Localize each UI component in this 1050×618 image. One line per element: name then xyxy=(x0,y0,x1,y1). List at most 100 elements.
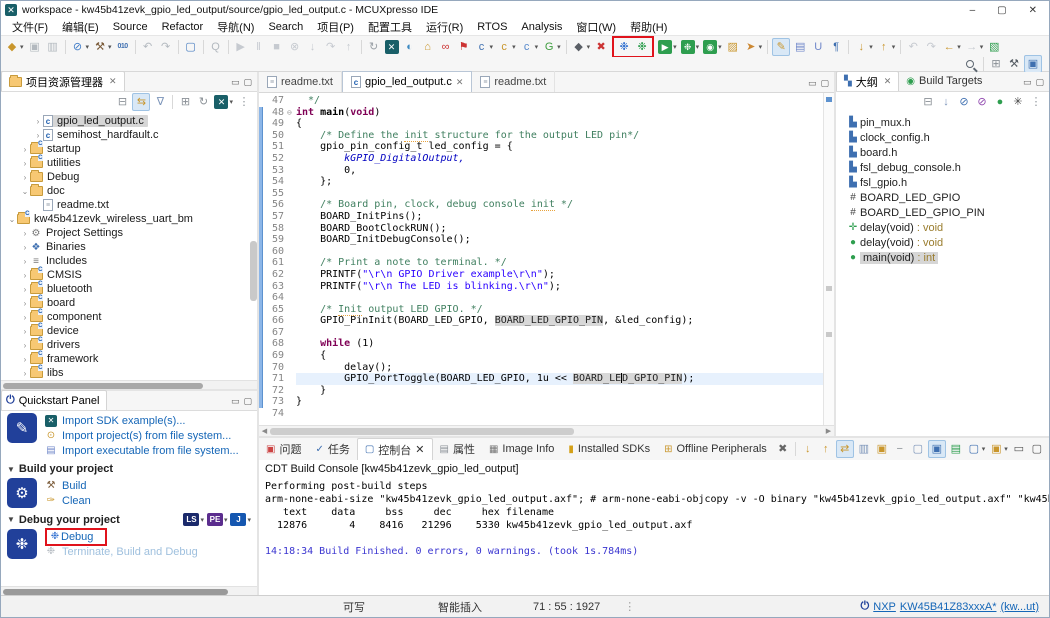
save-all-button[interactable]: ▥ xyxy=(45,38,61,56)
tree-item-device[interactable]: ›device xyxy=(1,323,257,338)
sdk-update-button[interactable]: G ▾ xyxy=(541,38,562,56)
redo-button[interactable]: ↷ xyxy=(158,38,174,56)
console-tab-problems[interactable]: ▣ 问题 xyxy=(259,438,308,460)
scroll-left-icon[interactable]: ◀ xyxy=(259,427,270,435)
step-into-button[interactable]: ↓ xyxy=(305,38,321,56)
close-icon[interactable]: ✕ xyxy=(109,76,117,87)
console-tab-tasks[interactable]: ✓ 任务 xyxy=(308,438,356,460)
tree-item-project-settings[interactable]: › ⚙ Project Settings xyxy=(1,226,257,240)
outline-item-board-led-gpio[interactable]: # BOARD_LED_GPIO xyxy=(836,190,1049,205)
menu-item-2[interactable]: 编辑(E) xyxy=(55,19,106,35)
debug-blue-bug-button[interactable]: ❉ xyxy=(616,38,632,56)
format-button[interactable]: ✎ xyxy=(772,37,791,56)
new-wizard-button[interactable]: ◆ ▾ xyxy=(4,38,25,56)
build-link-clean[interactable]: ✑ Clean xyxy=(45,493,91,508)
section-collapse-icon[interactable]: ▼ xyxy=(7,515,15,524)
quick-attach-button[interactable]: ➤ ▾ xyxy=(743,38,764,56)
menu-item-12[interactable]: 窗口(W) xyxy=(569,19,623,35)
sort-button[interactable]: ↓ xyxy=(938,93,954,111)
skip-all-breakpoints-button[interactable]: ⊘ ▾ xyxy=(70,38,91,56)
close-window-button[interactable]: ✕ xyxy=(1029,5,1037,16)
show-next-console-button[interactable]: ↓ xyxy=(800,440,816,458)
tree-item-framework[interactable]: ›framework xyxy=(1,351,257,366)
view-grid-button[interactable]: ⊞ xyxy=(177,93,193,111)
menu-item-3[interactable]: Source xyxy=(106,21,155,33)
project-link[interactable]: (kw...ut) xyxy=(1000,601,1039,613)
pin-console-button[interactable]: ▣ xyxy=(927,440,946,458)
probe-button-pe[interactable]: PE ▾ xyxy=(206,513,227,526)
pins-tool-button[interactable]: ∞ xyxy=(438,38,454,56)
swap-console-button[interactable]: ⇄ xyxy=(835,440,854,458)
tree-item-utilities[interactable]: ›utilities xyxy=(1,155,257,170)
ide-tools-perspective-button[interactable]: ⚒ xyxy=(1006,55,1022,73)
outline-item-pin-mux-h[interactable]: ▙ pin_mux.h xyxy=(836,115,1049,130)
tree-item-gpio-led-output-c[interactable]: › c gpio_led_output.c xyxy=(1,114,257,128)
tree-item-drivers[interactable]: ›drivers xyxy=(1,337,257,352)
suspend-button[interactable]: ‖ xyxy=(251,38,267,56)
back-history-button[interactable]: ↶ xyxy=(905,38,921,56)
tab-build-targets[interactable]: ◉ Build Targets xyxy=(899,71,989,91)
import-link-import-executable-from-file-system[interactable]: ▤ Import executable from file system... xyxy=(45,443,238,458)
terminate-button[interactable]: ■ xyxy=(269,38,285,56)
view-menu-button[interactable]: ⋮ xyxy=(236,93,252,111)
open-terminal-button[interactable]: ▢ xyxy=(183,38,199,56)
menu-item-9[interactable]: 运行(R) xyxy=(419,19,470,35)
menu-item-10[interactable]: RTOS xyxy=(470,21,514,33)
collapse-all-button[interactable]: ⊟ xyxy=(114,93,130,111)
tree-item-includes[interactable]: › ≡ Includes xyxy=(1,254,257,268)
tab-project-explorer[interactable]: 项目资源管理器 ✕ xyxy=(1,71,125,91)
prev-annotation-button[interactable]: ↑ ▾ xyxy=(876,38,897,56)
binary-tools-button[interactable]: 010 xyxy=(115,38,131,56)
menu-item-8[interactable]: 配置工具 xyxy=(361,19,419,35)
console-tab-console[interactable]: ▢ 控制台 ✕ xyxy=(356,438,433,460)
quickstart-horizontal-scrollbar[interactable] xyxy=(1,586,257,595)
save-button[interactable]: ▣ xyxy=(27,38,43,56)
mcux-view-button[interactable]: ✕ ▾ xyxy=(213,93,234,111)
link-outline-button[interactable]: ✳ xyxy=(1010,93,1026,111)
import-link-import-project-s-from-file-system[interactable]: ⊙ Import project(s) from file system... xyxy=(45,428,239,443)
show-whitespace-button[interactable]: ¶ xyxy=(828,38,844,56)
device-link[interactable]: KW45B41Z83xxxA* xyxy=(900,601,997,613)
clocks-tool-button[interactable]: ⚑ xyxy=(456,38,472,56)
outline-item-clock-config-h[interactable]: ▙ clock_config.h xyxy=(836,130,1049,145)
menu-item-7[interactable]: 项目(P) xyxy=(310,19,361,35)
tree-item-debug[interactable]: › Debug xyxy=(1,170,257,184)
close-tab-icon[interactable]: ✕ xyxy=(415,443,424,456)
console-tab-properties[interactable]: ▤ 属性 xyxy=(433,438,482,460)
console-tab-peripherals[interactable]: ⊞ Offline Peripherals xyxy=(657,438,774,460)
probe-button-j[interactable]: J ▾ xyxy=(230,513,251,526)
minimize-button[interactable]: ▭ xyxy=(1011,440,1027,458)
outline-item-fsl-debug-console-h[interactable]: ▙ fsl_debug_console.h xyxy=(836,160,1049,175)
remove-console-button[interactable]: ▢ xyxy=(910,440,926,458)
step-over-button[interactable]: ↷ xyxy=(323,38,339,56)
collapse-all-button[interactable]: ⊟ xyxy=(920,93,936,111)
link-with-editor-button[interactable]: ⇆ xyxy=(132,92,151,111)
console-log-button[interactable]: ▥ xyxy=(856,440,872,458)
hide-non-public-button[interactable]: ● xyxy=(992,93,1008,111)
run-button[interactable]: ▶ ▾ xyxy=(657,38,678,56)
editor-horizontal-scrollbar[interactable]: ◀ ▶ xyxy=(259,425,834,436)
tree-item-cmsis[interactable]: ›CMSIS xyxy=(1,267,257,282)
open-console-button[interactable]: ▢ ▾ xyxy=(966,440,987,458)
build-button[interactable]: ⚒ ▾ xyxy=(92,38,113,56)
minimize-view-button[interactable]: ▭ xyxy=(231,77,240,88)
tree-item-binaries[interactable]: › ❖ Binaries xyxy=(1,240,257,254)
view-menu-button[interactable]: ⋮ xyxy=(1028,93,1044,111)
minimize-window-button[interactable]: – xyxy=(970,5,976,16)
import-sdk-project-button[interactable]: c ▾ xyxy=(496,38,517,56)
tree-item-doc[interactable]: ⌄ doc xyxy=(1,184,257,198)
tree-item-component[interactable]: ›component xyxy=(1,309,257,324)
show-unicode-button[interactable]: U xyxy=(810,38,826,56)
minimize-view-button[interactable]: ▭ xyxy=(231,396,240,407)
menu-item-13[interactable]: 帮助(H) xyxy=(623,19,674,35)
clear-console-button[interactable]: − xyxy=(892,440,908,458)
outline-item-delay-void[interactable]: ✛ delay(void) : void xyxy=(836,220,1049,235)
reset-button[interactable]: ↻ xyxy=(366,38,382,56)
profile-button[interactable]: ◉ ▾ xyxy=(702,38,723,56)
mcuxpresso-x-icon[interactable]: ✕ xyxy=(384,38,400,56)
maximize-view-button[interactable]: ▢ xyxy=(1035,77,1044,88)
debug-launch-button[interactable]: ❉ ▾ xyxy=(680,38,701,56)
tree-item-semihost-hardfault-c[interactable]: › c semihost_hardfault.c xyxy=(1,128,257,142)
tab-quickstart-panel[interactable]: ⏻ Quickstart Panel xyxy=(1,390,108,410)
outline-item-board-led-gpio-pin[interactable]: # BOARD_LED_GPIO_PIN xyxy=(836,205,1049,220)
